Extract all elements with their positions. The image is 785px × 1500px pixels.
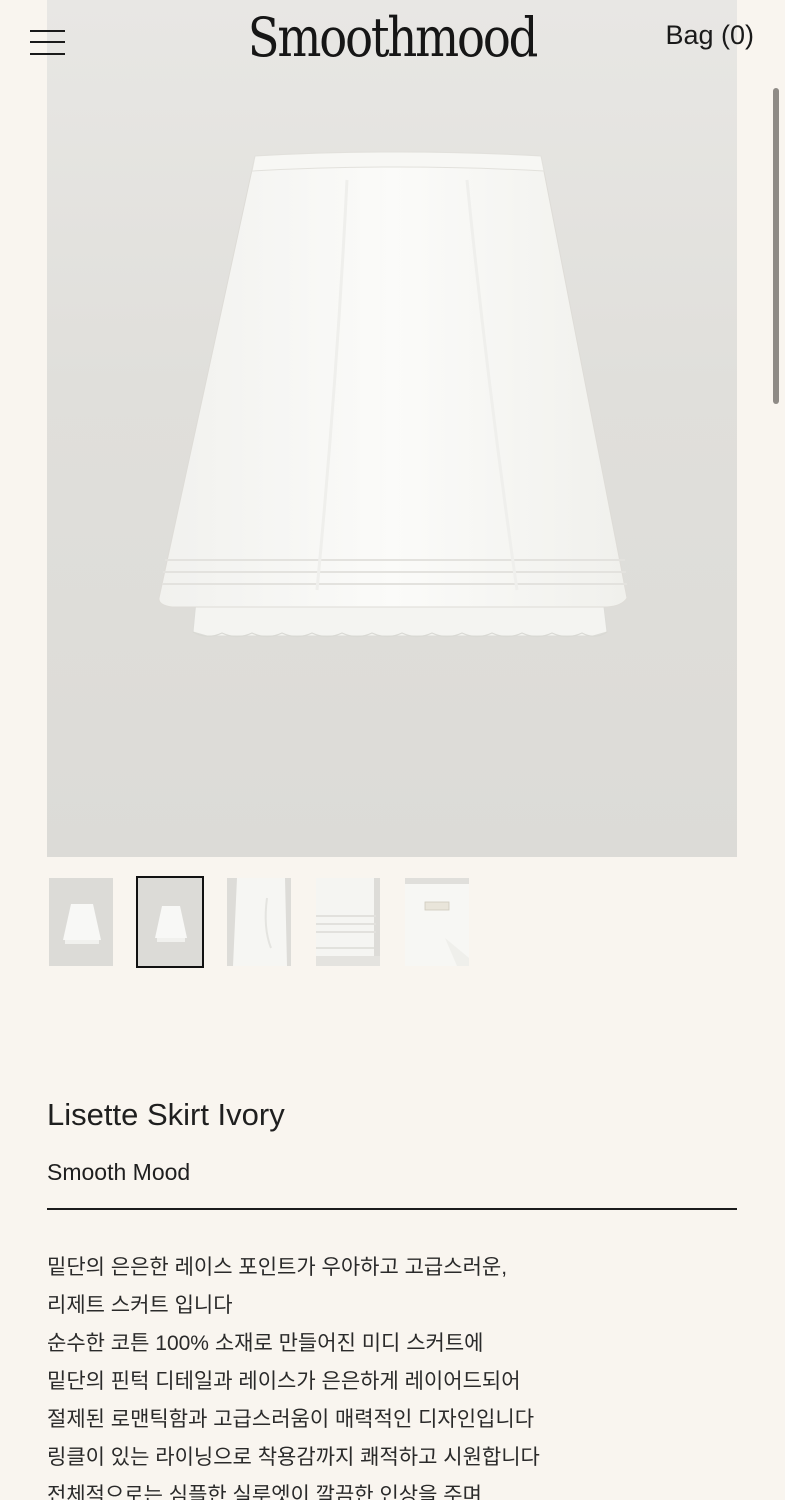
skirt-illustration	[158, 151, 628, 638]
site-logo[interactable]: Smoothmood	[220, 2, 564, 74]
description-line: 링클이 있는 라이닝으로 착용감까지 쾌적하고 시원합니다	[47, 1446, 540, 1469]
section-divider	[47, 1208, 737, 1210]
skirt-front-thumbnail[interactable]	[47, 876, 115, 968]
skirt-label-detail-thumbnail[interactable]	[403, 876, 471, 968]
scrollbar-thumb[interactable]	[773, 88, 779, 404]
description-line: 절제된 로맨틱함과 고급스러움이 매력적인 디자인입니다	[47, 1408, 535, 1431]
skirt-side-detail-thumbnail[interactable]	[225, 876, 293, 968]
product-brand[interactable]: Smooth Mood	[47, 1157, 190, 1187]
main-product-image[interactable]	[47, 0, 737, 857]
product-page: Smoothmood Bag (0) Lisette Skirt Ivory S…	[0, 0, 785, 1500]
bag-link[interactable]: Bag (0)	[665, 18, 754, 52]
skirt-hem-detail-thumbnail[interactable]	[314, 876, 382, 968]
site-header: Smoothmood Bag (0)	[0, 0, 785, 85]
description-line: 밑단의 은은한 레이스 포인트가 우아하고 고급스러운,	[47, 1256, 508, 1279]
product-description: 밑단의 은은한 레이스 포인트가 우아하고 고급스러운, 리제트 스커트 입니다…	[47, 1249, 747, 1500]
description-line: 순수한 코튼 100% 소재로 만들어진 미디 스커트에	[47, 1332, 484, 1355]
skirt-front-small-thumbnail[interactable]	[136, 876, 204, 968]
hamburger-menu-icon[interactable]	[30, 28, 66, 58]
description-line: 리제트 스커트 입니다	[47, 1294, 233, 1317]
product-title: Lisette Skirt Ivory	[47, 1097, 285, 1132]
description-line: 밑단의 핀턱 디테일과 레이스가 은은하게 레이어드되어	[47, 1370, 521, 1393]
description-line: 전체적으로는 심플한 실루엣이 깔끔한 인상을 주며	[47, 1484, 482, 1500]
